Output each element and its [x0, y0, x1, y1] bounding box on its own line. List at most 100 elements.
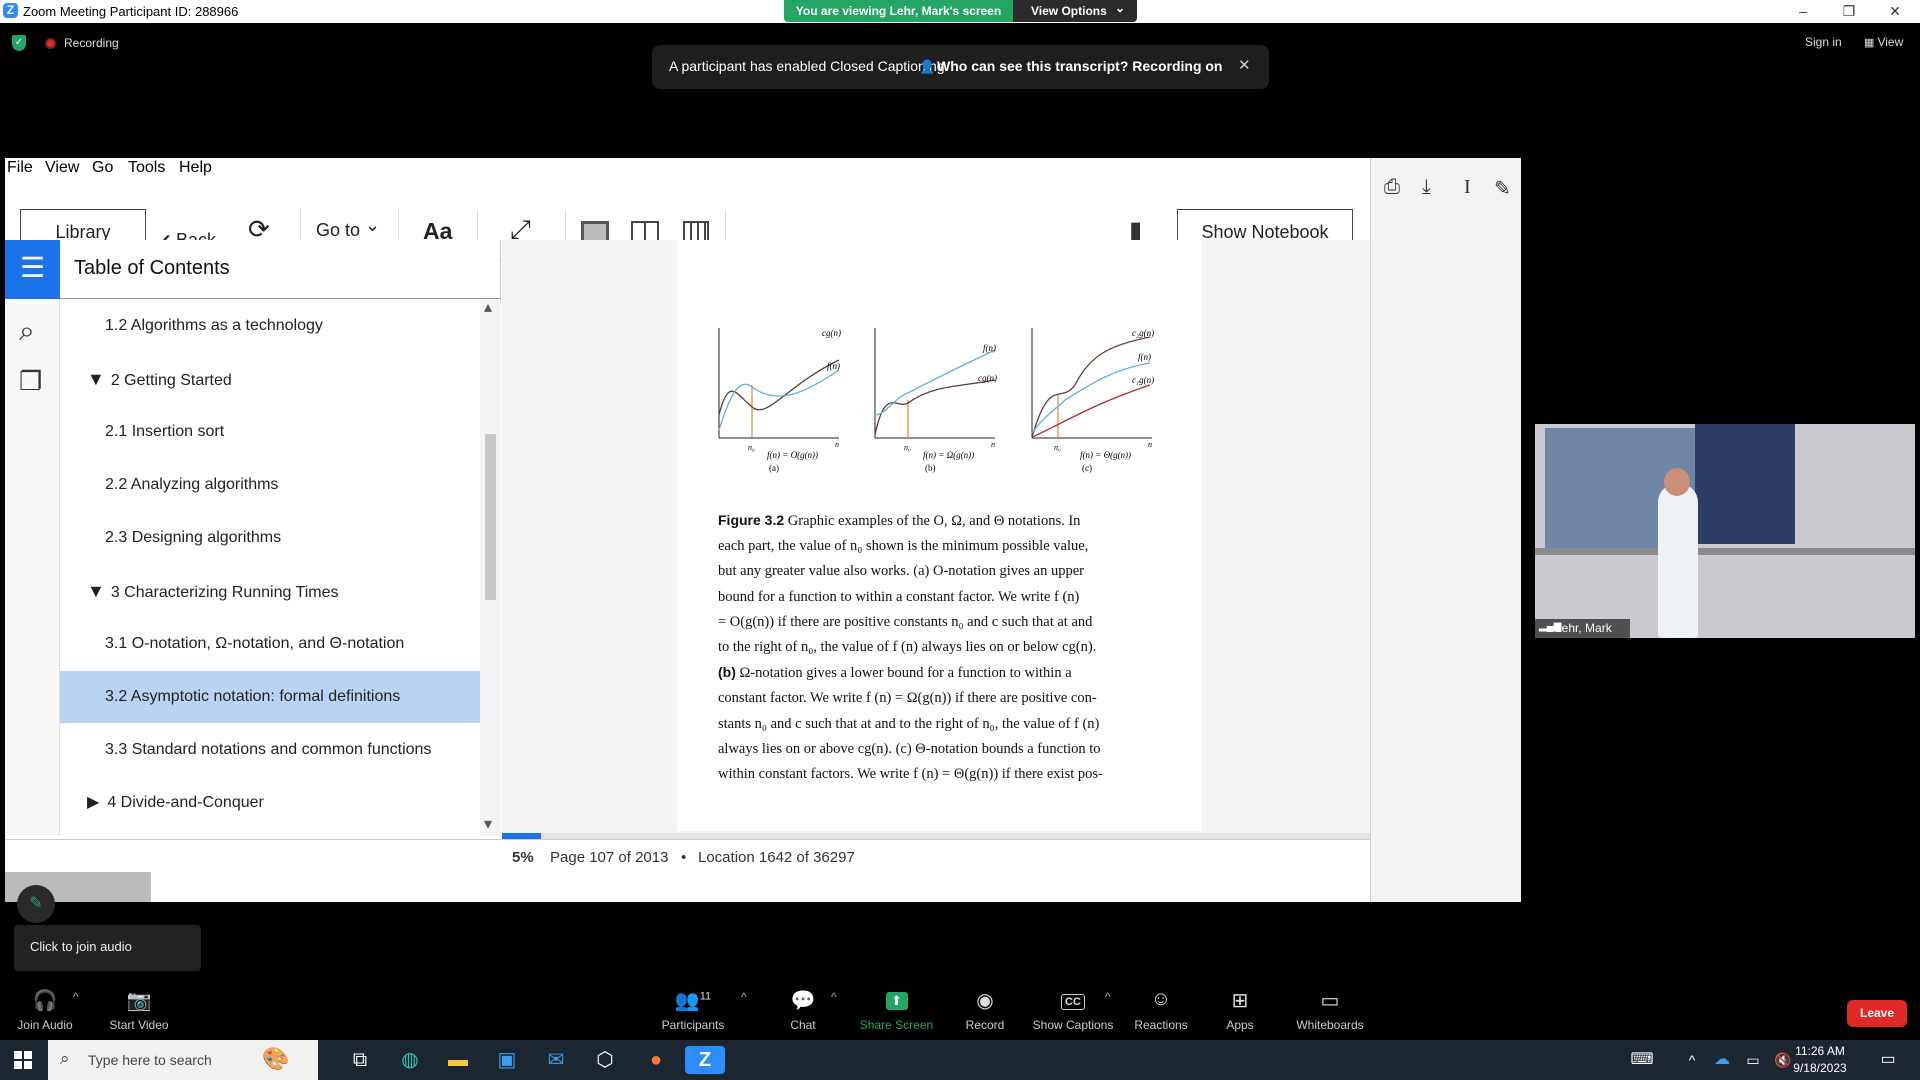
flashcards-icon[interactable]: ❐: [19, 366, 42, 397]
text-cursor-icon[interactable]: I: [1464, 176, 1471, 199]
person-lock-icon: 👤: [919, 59, 936, 74]
start-video-label: Start Video: [109, 1018, 169, 1032]
toc-item[interactable]: ▶ 4 Divide-and-Conquer: [60, 777, 480, 829]
pen-icon[interactable]: ✎: [1494, 176, 1511, 201]
toc-item[interactable]: 2.3 Designing algorithms: [60, 512, 480, 564]
menu-file[interactable]: File: [7, 159, 33, 177]
share-screen-button[interactable]: ⬆ Share Screen: [854, 988, 939, 1032]
participant-video-tile[interactable]: [1535, 424, 1915, 638]
audio-options-caret-icon[interactable]: ^: [73, 990, 79, 1004]
apps-button[interactable]: ⊞ Apps: [1210, 988, 1270, 1032]
cc-transcript-link[interactable]: Who can see this transcript? Recording o…: [937, 58, 1222, 74]
book-page: cg(n) f(n) n₀ n f(n) = O(g(n)) (a) f(n) …: [677, 240, 1202, 831]
recording-label[interactable]: Recording: [64, 36, 119, 50]
download-icon[interactable]: ⤓: [1422, 176, 1431, 199]
mail-icon[interactable]: ✉: [536, 1046, 576, 1074]
store-icon[interactable]: ▣: [487, 1046, 527, 1074]
figure-panel-c: c₂g(n) f(n) c₁g(n) n₀ n f(n) = Θ(g(n)) (…: [1031, 328, 1154, 473]
menu-tools[interactable]: Tools: [128, 159, 165, 177]
graph-c-tag: (c): [1082, 463, 1092, 473]
file-explorer-icon[interactable]: ▬: [438, 1046, 478, 1074]
restore-button[interactable]: ❐: [1826, 0, 1872, 23]
location-indicator: Location 1642 of 36297: [698, 849, 855, 866]
firefox-icon[interactable]: ●: [636, 1046, 676, 1074]
reactions-button[interactable]: ☺ Reactions: [1128, 988, 1194, 1032]
toc-item[interactable]: 1.2 Algorithms as a technology: [60, 300, 480, 352]
chat-caret-icon[interactable]: ^: [831, 990, 837, 1004]
chat-label: Chat: [790, 1018, 816, 1032]
collapsed-triangle-icon[interactable]: ▶: [87, 794, 99, 811]
app-cube-icon[interactable]: ⬡: [585, 1046, 625, 1074]
figure-3-2-graphs: cg(n) f(n) n₀ n f(n) = O(g(n)) (a) f(n) …: [718, 328, 1154, 473]
task-view-icon[interactable]: ⧉: [340, 1046, 380, 1074]
keyboard-icon[interactable]: ⌨: [1622, 1046, 1662, 1074]
cc-message: A participant has enabled Closed Caption…: [669, 58, 945, 74]
expanded-triangle-icon[interactable]: ▼: [87, 369, 105, 389]
video-whiteboard-ledge: [1535, 548, 1915, 555]
caption-line: (b) Ω-notation gives a lower bound for a…: [718, 660, 1178, 686]
closed-caption-notice: A participant has enabled Closed Caption…: [652, 45, 1269, 89]
chat-button[interactable]: 💬 Chat: [770, 988, 836, 1032]
graph-c-n0: n₀: [1054, 443, 1061, 452]
expanded-triangle-icon[interactable]: ▼: [87, 581, 105, 601]
scroll-down-icon[interactable]: ▾: [484, 814, 492, 834]
edge-browser-icon[interactable]: ◍: [390, 1046, 430, 1074]
toc-item[interactable]: 2.2 Analyzing algorithms: [60, 459, 480, 511]
toc-item-active[interactable]: 3.2 Asymptotic notation: formal definiti…: [60, 671, 480, 723]
windows-start-icon[interactable]: [14, 1051, 32, 1069]
sign-in-link[interactable]: Sign in: [1805, 35, 1842, 49]
encryption-shield-icon[interactable]: ✓: [12, 35, 26, 51]
graph-b-lower-label: cg(n): [978, 373, 997, 383]
close-window-button[interactable]: ✕: [1872, 0, 1918, 23]
annotation-tool-pane: ⎙ ⤓ I ✎: [1370, 158, 1521, 902]
graph-b-formula: f(n) = Ω(g(n)): [923, 450, 974, 460]
caption-text: Ω-notation gives a lower bound for a fun…: [735, 665, 1072, 682]
toc-item-label: 2 Getting Started: [110, 372, 232, 389]
join-audio-button[interactable]: 🎧 Join Audio: [8, 988, 82, 1032]
record-button[interactable]: ◉ Record: [950, 988, 1020, 1032]
recording-dot-icon: [45, 38, 56, 49]
caption-text: constant factor. We write f (n) = Ω(g(n)…: [718, 690, 1097, 707]
toc-item[interactable]: ▼ 3 Characterizing Running Times: [60, 565, 480, 617]
toc-item[interactable]: 3.1 O-notation, Ω-notation, and Θ-notati…: [60, 618, 480, 670]
table-of-contents-panel: Table of Contents 1.2 Algorithms as a te…: [60, 240, 501, 836]
minimize-button[interactable]: –: [1780, 0, 1826, 23]
toc-item-label: 2.1 Insertion sort: [105, 423, 225, 440]
menu-view[interactable]: View: [45, 159, 79, 177]
participants-caret-icon[interactable]: ^: [741, 990, 747, 1004]
view-menu-button[interactable]: ▦ View: [1864, 35, 1903, 49]
start-video-button[interactable]: 📷 Start Video: [100, 988, 178, 1032]
zoom-taskbar-icon[interactable]: Z: [685, 1046, 725, 1074]
annotate-pen-icon[interactable]: ✎: [17, 885, 55, 923]
table-of-contents-icon[interactable]: ☰: [5, 240, 60, 299]
video-slide: [1695, 424, 1795, 544]
search-icon[interactable]: ⌕: [19, 315, 35, 348]
toc-scrollbar-thumb[interactable]: [485, 434, 496, 600]
close-cc-notice-button[interactable]: ✕: [1238, 56, 1251, 74]
whiteboards-button[interactable]: ▭ Whiteboards: [1290, 988, 1370, 1032]
notification-icon[interactable]: ▭: [1868, 1046, 1908, 1074]
caption-line: bound for a function to within a constan…: [718, 585, 1178, 610]
participants-button[interactable]: 👥11 Participants: [652, 988, 734, 1032]
scroll-up-icon[interactable]: ▴: [484, 297, 492, 317]
toc-item[interactable]: ▼ 2 Getting Started: [60, 353, 480, 405]
chevron-down-icon: ⌄: [1115, 1, 1126, 15]
figure-caption[interactable]: Figure 3.2 Graphic examples of the O, Ω,…: [718, 508, 1178, 787]
caption-line: always lies on or above cg(n). (c) Θ-not…: [718, 737, 1178, 762]
menu-help[interactable]: Help: [179, 159, 212, 177]
taskbar-clock[interactable]: 11:26 AM 9/18/2023: [1790, 1043, 1850, 1077]
toc-item[interactable]: 3.3 Standard notations and common functi…: [60, 724, 480, 776]
view-options-button[interactable]: View Options ⌄: [1013, 0, 1137, 22]
captions-caret-icon[interactable]: ^: [1105, 990, 1111, 1004]
join-audio-label: Join Audio: [17, 1018, 73, 1032]
toc-item[interactable]: 2.1 Insertion sort: [60, 406, 480, 458]
taskbar-search-box[interactable]: ⌕ Type here to search 🎨: [48, 1040, 318, 1080]
goto-dropdown[interactable]: Go to ⌄: [316, 215, 380, 241]
toc-scrollbar[interactable]: ▴ ▾: [480, 297, 501, 836]
print-icon[interactable]: ⎙: [1384, 176, 1400, 199]
record-icon: ◉: [976, 990, 994, 1012]
headphones-icon: 🎧: [32, 990, 58, 1012]
graph-b-tag: (b): [925, 463, 936, 473]
menu-go[interactable]: Go: [92, 159, 113, 177]
leave-meeting-button[interactable]: Leave: [1847, 1000, 1907, 1027]
